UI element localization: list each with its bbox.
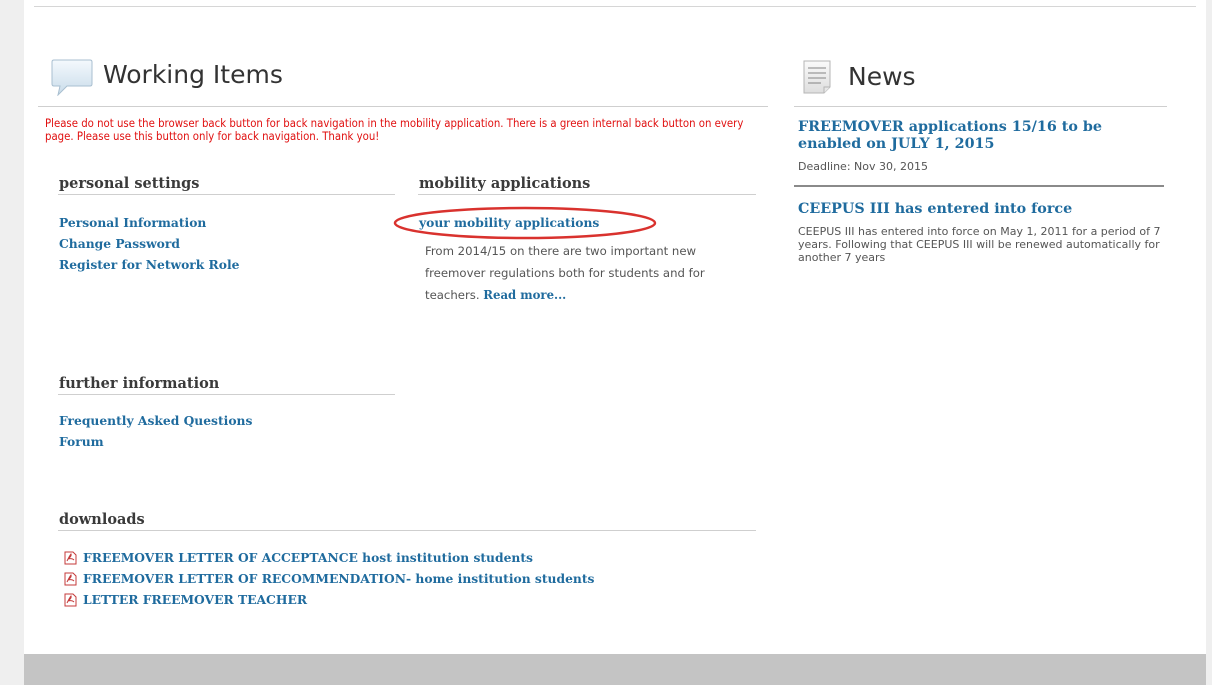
download-link-recommendation[interactable]: FREEMOVER LETTER OF RECOMMENDATION- home…	[83, 571, 594, 586]
footer-bar	[24, 654, 1206, 685]
downloads-divider	[58, 530, 756, 531]
download-item[interactable]: FREEMOVER LETTER OF ACCEPTANCE host inst…	[64, 547, 594, 568]
downloads-list: FREEMOVER LETTER OF ACCEPTANCE host inst…	[64, 547, 594, 610]
freemover-regulations-text: From 2014/15 on there are two important …	[425, 240, 745, 306]
pdf-icon	[64, 572, 77, 585]
mobility-applications-heading: mobility applications	[419, 175, 591, 192]
personal-settings-heading: personal settings	[59, 175, 200, 192]
personal-settings-links: Personal Information Change Password Reg…	[59, 212, 239, 275]
mobility-applications-divider	[418, 194, 756, 195]
personal-information-link[interactable]: Personal Information	[59, 212, 239, 233]
working-items-title: Working Items	[103, 60, 283, 89]
news-item-text-deadline: Deadline: Nov 30, 2015	[798, 160, 928, 173]
further-information-divider	[58, 394, 395, 395]
faq-link[interactable]: Frequently Asked Questions	[59, 410, 252, 431]
personal-settings-divider	[58, 194, 395, 195]
your-mobility-applications-link[interactable]: your mobility applications	[419, 215, 599, 230]
news-item-title-ceepus[interactable]: CEEPUS III has entered into force	[798, 201, 1158, 218]
downloads-heading: downloads	[59, 511, 145, 528]
further-information-links: Frequently Asked Questions Forum	[59, 410, 252, 452]
download-item[interactable]: LETTER FREEMOVER TEACHER	[64, 589, 594, 610]
download-link-teacher[interactable]: LETTER FREEMOVER TEACHER	[83, 592, 307, 607]
speech-bubble-icon	[51, 56, 93, 97]
register-network-role-link[interactable]: Register for Network Role	[59, 254, 239, 275]
change-password-link[interactable]: Change Password	[59, 233, 239, 254]
pdf-icon	[64, 551, 77, 564]
top-divider	[34, 6, 1196, 7]
download-link-acceptance[interactable]: FREEMOVER LETTER OF ACCEPTANCE host inst…	[83, 550, 533, 565]
further-information-heading: further information	[59, 375, 220, 392]
news-title: News	[848, 62, 916, 91]
download-item[interactable]: FREEMOVER LETTER OF RECOMMENDATION- home…	[64, 568, 594, 589]
pdf-icon	[64, 593, 77, 606]
document-icon	[802, 60, 832, 94]
news-item-title-freemover[interactable]: FREEMOVER applications 15/16 to be enabl…	[798, 119, 1158, 153]
news-divider	[794, 106, 1167, 107]
read-more-link[interactable]: Read more...	[483, 288, 566, 302]
news-item-separator	[794, 185, 1164, 187]
back-button-warning: Please do not use the browser back butto…	[45, 117, 744, 143]
working-items-divider	[38, 106, 768, 107]
news-item-text-ceepus: CEEPUS III has entered into force on May…	[798, 225, 1161, 264]
forum-link[interactable]: Forum	[59, 431, 252, 452]
